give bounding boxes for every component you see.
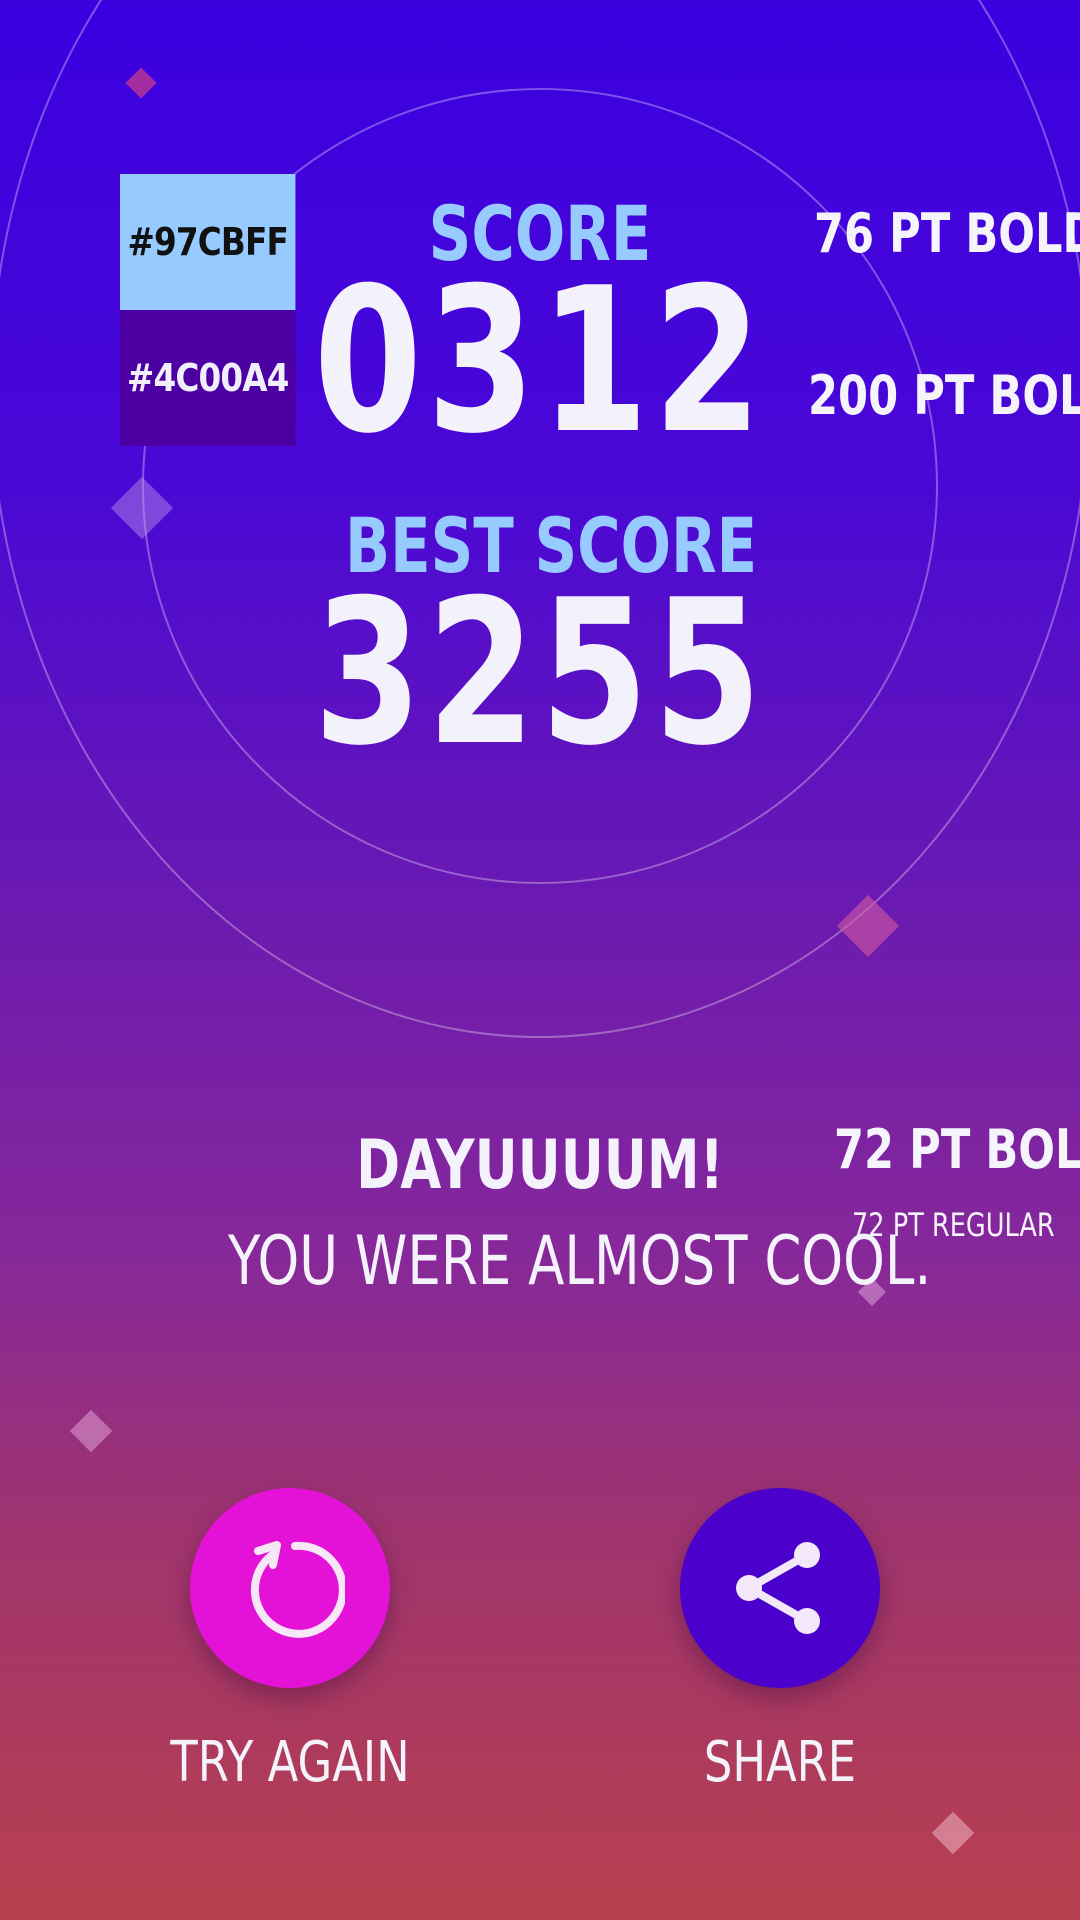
share-icon xyxy=(736,1542,820,1634)
message-headline: DAYUUUUM! xyxy=(356,1126,724,1205)
annotation-value-size: 200 PT BOLD xyxy=(808,364,1080,427)
score-value-block: 0312 xyxy=(240,262,840,462)
diamond-decoration xyxy=(931,1811,975,1855)
score-value: 0312 xyxy=(313,245,767,478)
annotation-label-size: 76 PT BOLD xyxy=(814,202,1080,265)
swatch-light-label: #97CBFF xyxy=(127,220,289,264)
try-again-button[interactable] xyxy=(190,1488,390,1688)
best-score-value: 3255 xyxy=(313,557,767,790)
share-button[interactable] xyxy=(680,1488,880,1688)
restart-icon xyxy=(250,1541,345,1638)
best-score-value-block: 3255 xyxy=(240,574,840,774)
diamond-decoration xyxy=(69,1409,113,1453)
share-label[interactable]: SHARE xyxy=(660,1730,900,1795)
message-subline: YOU WERE ALMOST COOL. xyxy=(228,1222,932,1301)
message-block: DAYUUUUM! YOU WERE ALMOST COOL. xyxy=(140,1124,940,1304)
try-again-label[interactable]: TRY AGAIN xyxy=(170,1730,410,1795)
